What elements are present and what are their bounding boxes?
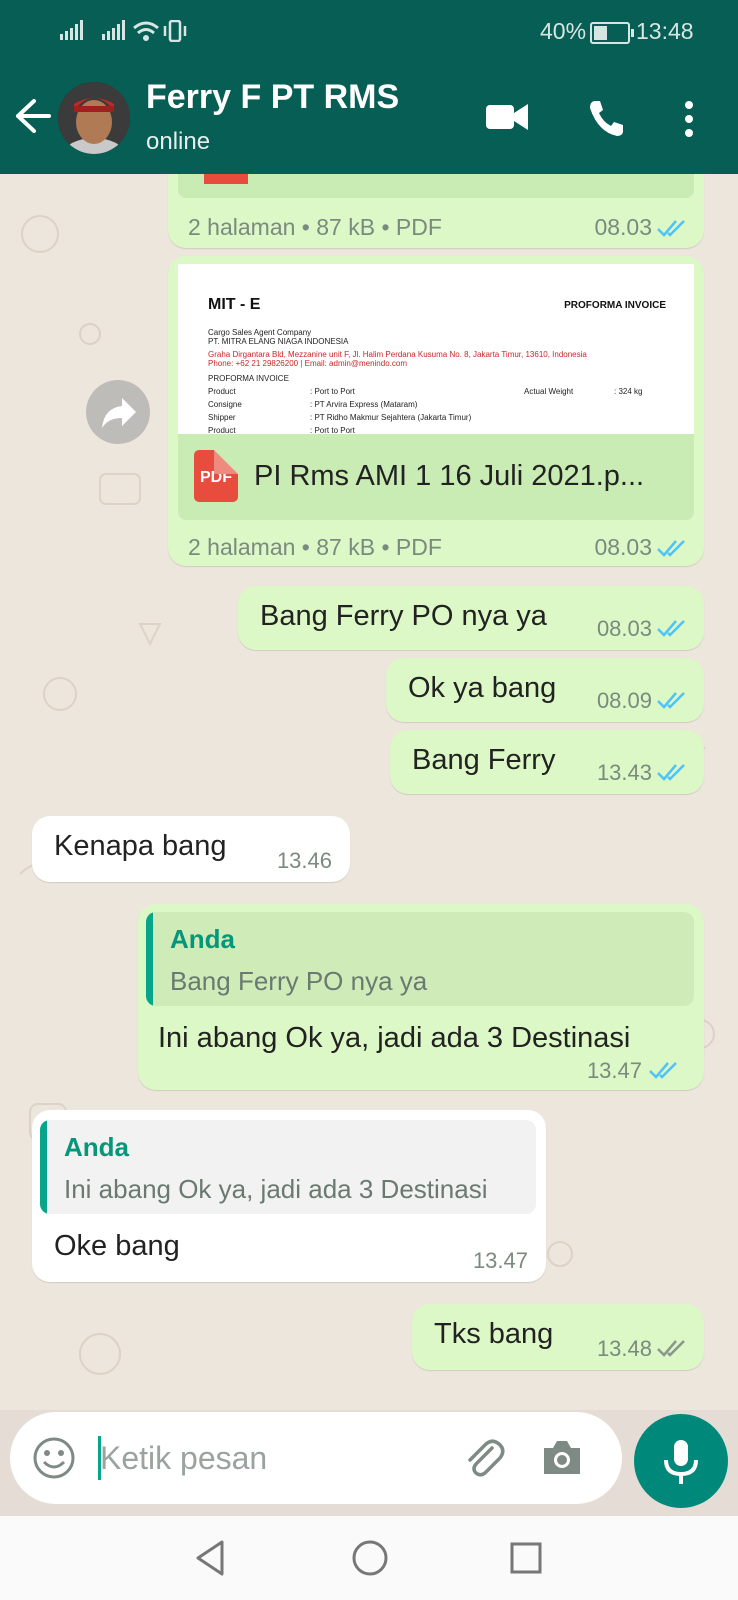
battery-percent: 40% bbox=[540, 18, 587, 44]
voice-call-icon[interactable] bbox=[586, 98, 626, 138]
back-arrow-icon[interactable] bbox=[14, 98, 52, 134]
forward-button[interactable] bbox=[86, 380, 150, 444]
message-text: Oke bang bbox=[54, 1230, 180, 1262]
document-row[interactable]: PDF PI Rms AMI 1 16 Juli 2021.p... bbox=[178, 434, 694, 520]
preview-row-value: : Port to Port bbox=[310, 426, 355, 434]
preview-logo: MIT - E bbox=[208, 296, 261, 313]
preview-row-value: : PT Ridho Makmur Sejahtera (Jakarta Tim… bbox=[310, 413, 472, 422]
pdf-icon: PDF bbox=[194, 450, 238, 502]
nav-home-icon[interactable] bbox=[350, 1538, 390, 1578]
emoji-icon[interactable] bbox=[32, 1436, 76, 1480]
vibrate-icon bbox=[163, 20, 187, 42]
quote-author: Anda bbox=[170, 924, 235, 954]
message-text: Tks bang bbox=[434, 1318, 554, 1350]
message-time: 13.48 bbox=[596, 1336, 652, 1361]
nav-recents-icon[interactable] bbox=[508, 1540, 544, 1576]
nav-back-icon[interactable] bbox=[192, 1538, 228, 1578]
preview-row-label: Shipper bbox=[208, 413, 236, 422]
document-message[interactable]: MIT - E PROFORMA INVOICE Cargo Sales Age… bbox=[168, 256, 704, 566]
cell-signal-icon bbox=[60, 20, 83, 40]
preview-line2: PT. MITRA ELANG NIAGA INDONESIA bbox=[208, 337, 349, 346]
microphone-icon bbox=[664, 1440, 698, 1484]
contact-name[interactable]: Ferry F PT RMS bbox=[146, 78, 399, 117]
document-message[interactable]: 2 halaman • 87 kB • PDF 08.03 bbox=[168, 174, 704, 248]
preview-row-label: Product bbox=[208, 426, 236, 434]
message-text: Bang Ferry PO nya ya bbox=[260, 600, 547, 632]
read-ticks-icon bbox=[657, 220, 685, 237]
voice-message-button[interactable] bbox=[634, 1414, 728, 1508]
preview-address: Graha Dirgantara Bld, Mezzanine unit F, … bbox=[208, 350, 587, 359]
preview-row-value: : PT Arvira Express (Mataram) bbox=[310, 400, 418, 409]
message-text: Kenapa bang bbox=[54, 830, 227, 862]
delivered-ticks-icon bbox=[657, 1340, 685, 1357]
preview-row-value: : Port to Port bbox=[310, 387, 355, 396]
status-bar: 40% 13:48 bbox=[0, 0, 738, 62]
preview-weight-label: Actual Weight bbox=[524, 387, 574, 396]
message-time: 08.03 bbox=[594, 534, 652, 560]
read-ticks-icon bbox=[657, 764, 685, 781]
attach-icon[interactable] bbox=[460, 1434, 506, 1480]
message-time: 08.03 bbox=[594, 214, 652, 240]
outgoing-message[interactable]: Bang Ferry PO nya ya 08.03 bbox=[238, 586, 704, 650]
message-input-bar[interactable]: Ketik pesan bbox=[10, 1412, 622, 1504]
system-nav-bar bbox=[0, 1516, 738, 1600]
incoming-reply-message[interactable]: Anda Ini abang Ok ya, jadi ada 3 Destina… bbox=[32, 1110, 546, 1282]
document-meta: 2 halaman • 87 kB • PDF bbox=[188, 534, 442, 560]
forward-icon bbox=[102, 398, 136, 428]
incoming-message[interactable]: Kenapa bang 13.46 bbox=[32, 816, 350, 882]
pdf-icon bbox=[204, 174, 248, 184]
cell-signal-2-icon bbox=[102, 20, 125, 40]
read-ticks-icon bbox=[657, 692, 685, 709]
preview-line1: Cargo Sales Agent Company bbox=[208, 328, 312, 337]
outgoing-reply-message[interactable]: Anda Bang Ferry PO nya ya Ini abang Ok y… bbox=[138, 904, 704, 1090]
contact-status: online bbox=[146, 128, 211, 155]
quoted-message[interactable]: Anda Bang Ferry PO nya ya bbox=[146, 912, 694, 1006]
message-time: 08.03 bbox=[596, 616, 652, 641]
quote-author: Anda bbox=[64, 1132, 129, 1162]
message-time: 08.09 bbox=[596, 688, 652, 713]
quoted-message[interactable]: Anda Ini abang Ok ya, jadi ada 3 Destina… bbox=[40, 1120, 536, 1214]
chat-header: Ferry F PT RMS online bbox=[0, 62, 738, 174]
outgoing-message[interactable]: Tks bang 13.48 bbox=[412, 1304, 704, 1370]
quote-bar bbox=[146, 912, 153, 1006]
message-time: 13.43 bbox=[596, 760, 652, 785]
read-ticks-icon bbox=[657, 540, 685, 557]
preview-contact: Phone: +62 21 29826200 | Email: admin@me… bbox=[208, 359, 407, 368]
message-time: 13.47 bbox=[472, 1248, 528, 1273]
avatar-photo bbox=[58, 82, 130, 154]
document-row[interactable] bbox=[178, 174, 694, 198]
document-preview[interactable]: MIT - E PROFORMA INVOICE Cargo Sales Age… bbox=[178, 264, 694, 434]
video-call-icon[interactable] bbox=[486, 102, 530, 132]
message-input[interactable]: Ketik pesan bbox=[100, 1440, 267, 1477]
message-time: 13.46 bbox=[276, 848, 332, 873]
camera-icon[interactable] bbox=[540, 1436, 584, 1478]
preview-row-label: Consigne bbox=[208, 400, 242, 409]
chat-area[interactable]: 2 halaman • 87 kB • PDF 08.03 MIT - E PR… bbox=[0, 174, 738, 1410]
battery-icon bbox=[590, 22, 634, 44]
message-text: Ok ya bang bbox=[408, 672, 557, 704]
wifi-icon bbox=[133, 21, 159, 41]
outgoing-message[interactable]: Bang Ferry 13.43 bbox=[390, 730, 704, 794]
read-ticks-icon bbox=[657, 620, 685, 637]
document-filename: PI Rms AMI 1 16 Juli 2021.p... bbox=[254, 460, 645, 492]
quote-text: Bang Ferry PO nya ya bbox=[170, 966, 428, 996]
quote-bar bbox=[40, 1120, 47, 1214]
document-meta: 2 halaman • 87 kB • PDF bbox=[188, 214, 442, 240]
preview-subheading: PROFORMA INVOICE bbox=[208, 374, 289, 383]
message-text: Ini abang Ok ya, jadi ada 3 Destinasi bbox=[158, 1022, 631, 1054]
preview-weight-value: : 324 kg bbox=[614, 387, 643, 396]
outgoing-message[interactable]: Ok ya bang 08.09 bbox=[386, 658, 704, 722]
message-text: Bang Ferry bbox=[412, 744, 556, 776]
clock: 13:48 bbox=[636, 18, 694, 44]
preview-heading: PROFORMA INVOICE bbox=[564, 300, 666, 311]
preview-row-label: Product bbox=[208, 387, 236, 396]
quote-text: Ini abang Ok ya, jadi ada 3 Destinasi bbox=[64, 1174, 488, 1204]
avatar[interactable] bbox=[58, 82, 130, 154]
message-time: 13.47 bbox=[586, 1058, 642, 1083]
more-options-icon[interactable] bbox=[682, 100, 696, 140]
read-ticks-icon bbox=[649, 1062, 677, 1079]
